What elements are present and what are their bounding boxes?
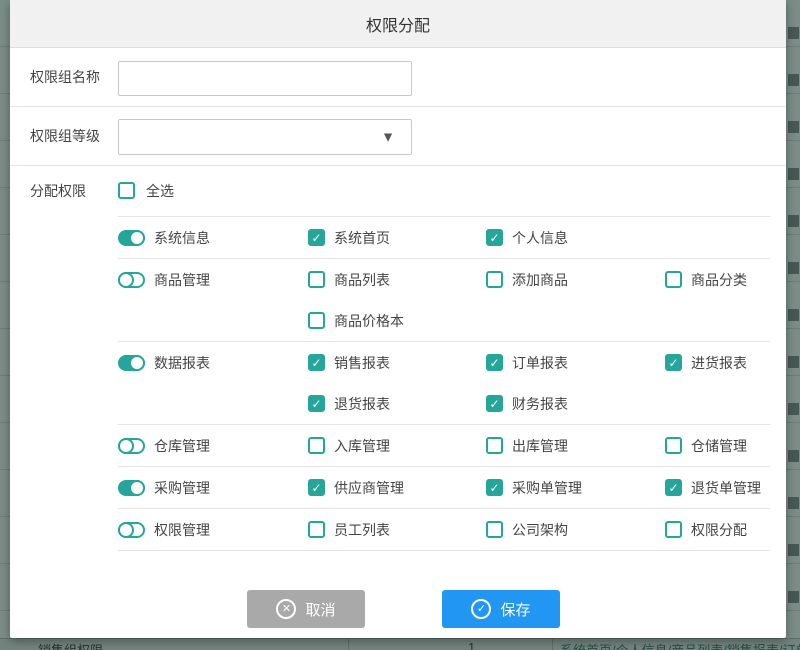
permission-label: 订单报表 (512, 353, 568, 373)
permission-dialog: 权限分配 权限组名称 权限组等级 ▼ 分配权限 全选 系统信息 ✓ 系统首页 ✓ 个人信… (10, 0, 786, 638)
module-toggle[interactable] (118, 522, 145, 538)
permission-checkbox[interactable]: ✓ (308, 395, 325, 412)
permission-label: 采购单管理 (512, 478, 582, 498)
permission-label: 商品价格本 (334, 311, 404, 331)
dropdown-caret-icon: ▼ (381, 130, 395, 144)
background-row-level: 1 (468, 640, 475, 650)
toggle-thumb (118, 272, 134, 288)
permission-label: 出库管理 (512, 436, 568, 456)
permission-checkbox[interactable]: ✓ (486, 395, 503, 412)
table-cell-divider (348, 639, 349, 650)
group-level-row: 权限组等级 ▼ (10, 107, 786, 166)
toggle-thumb (129, 480, 145, 496)
select-all-checkbox[interactable] (118, 182, 135, 199)
permission-label: 供应商管理 (334, 478, 404, 498)
permission-checkbox[interactable] (665, 271, 682, 288)
save-label: 保存 (500, 599, 530, 620)
permission-checkbox[interactable] (486, 271, 503, 288)
permission-checkbox[interactable] (308, 521, 325, 538)
permission-checkbox[interactable] (308, 312, 325, 329)
toggle-thumb (129, 355, 145, 371)
permission-label: 进货报表 (691, 353, 747, 373)
permission-label: 商品分类 (691, 270, 747, 290)
permission-label: 权限分配 (691, 520, 747, 540)
cancel-circle-x-icon: ✕ (276, 599, 296, 619)
permission-row: 采购管理 ✓ 供应商管理 ✓ 采购单管理 ✓ 退货单管理 (118, 467, 770, 509)
permission-label: 财务报表 (512, 394, 568, 414)
dialog-header: 权限分配 (10, 0, 786, 48)
permission-label: 添加商品 (512, 270, 568, 290)
permission-checkbox[interactable]: ✓ (486, 229, 503, 246)
permission-label: 商品列表 (334, 270, 390, 290)
permission-checkbox[interactable] (486, 437, 503, 454)
permission-checkbox[interactable] (308, 271, 325, 288)
toggle-thumb (118, 438, 134, 454)
permission-checkbox[interactable]: ✓ (665, 479, 682, 496)
select-all-label: 全选 (146, 181, 174, 201)
permission-row: 数据报表 ✓ 销售报表 ✓ 订单报表 ✓ 进货报表 ✓ 退货报表 ✓ 财务报表 (118, 342, 770, 425)
permission-checkbox[interactable]: ✓ (486, 479, 503, 496)
module-label: 系统信息 (154, 228, 210, 248)
permission-checkbox[interactable] (486, 521, 503, 538)
permission-label: 仓储管理 (691, 436, 747, 456)
background-table-row: 销售组权限 1 系统首页/个人信息/商品列表/销售报表/订单报表/退货报表 (0, 638, 800, 650)
assign-label: 分配权限 (30, 181, 86, 201)
module-toggle[interactable] (118, 438, 145, 454)
module-label: 采购管理 (154, 478, 210, 498)
module-label: 数据报表 (154, 353, 210, 373)
module-toggle[interactable] (118, 480, 145, 496)
module-label: 权限管理 (154, 520, 210, 540)
toggle-thumb (129, 230, 145, 246)
permission-checkbox[interactable]: ✓ (308, 229, 325, 246)
permission-label: 退货单管理 (691, 478, 761, 498)
table-cell-divider (552, 639, 553, 650)
permission-row: 系统信息 ✓ 系统首页 ✓ 个人信息 (118, 217, 770, 259)
save-circle-check-icon: ✓ (471, 599, 491, 619)
permission-checkbox[interactable] (665, 437, 682, 454)
permission-label: 退货报表 (334, 394, 390, 414)
group-name-label: 权限组名称 (30, 67, 100, 87)
background-row-permissions: 系统首页/个人信息/商品列表/销售报表/订单报表/退货报表 (560, 640, 800, 650)
permission-row: 商品管理 商品列表 添加商品 商品分类商品价格本 (118, 259, 770, 342)
module-label: 商品管理 (154, 270, 210, 290)
toggle-thumb (118, 522, 134, 538)
permission-label: 个人信息 (512, 228, 568, 248)
group-level-select[interactable]: ▼ (118, 119, 412, 155)
permission-row: 仓库管理 入库管理 出库管理 仓储管理 (118, 425, 770, 467)
permission-checkbox[interactable]: ✓ (308, 354, 325, 371)
group-name-row: 权限组名称 (10, 48, 786, 107)
dialog-title: 权限分配 (366, 12, 430, 36)
group-level-label: 权限组等级 (30, 126, 100, 146)
permission-row: 权限管理 员工列表 公司架构 权限分配 (118, 509, 770, 551)
permission-checkbox[interactable] (665, 521, 682, 538)
cancel-label: 取消 (305, 599, 335, 620)
cancel-button[interactable]: ✕ 取消 (247, 590, 365, 628)
module-label: 仓库管理 (154, 436, 210, 456)
background-row-name: 销售组权限 (38, 640, 103, 650)
background-table-edge (788, 0, 799, 650)
module-toggle[interactable] (118, 230, 145, 246)
group-name-input[interactable] (118, 61, 412, 96)
permission-grid: 系统信息 ✓ 系统首页 ✓ 个人信息商品管理 商品列表 添加商品 商品分类商品价格本数据报表 ✓… (118, 216, 770, 551)
permission-label: 入库管理 (334, 436, 390, 456)
permission-checkbox[interactable]: ✓ (486, 354, 503, 371)
permission-checkbox[interactable]: ✓ (665, 354, 682, 371)
assign-permissions-row: 分配权限 全选 (10, 166, 786, 216)
save-button[interactable]: ✓ 保存 (442, 590, 560, 628)
permission-checkbox[interactable]: ✓ (308, 479, 325, 496)
permission-label: 员工列表 (334, 520, 390, 540)
permission-checkbox[interactable] (308, 437, 325, 454)
permission-label: 销售报表 (334, 353, 390, 373)
permission-label: 公司架构 (512, 520, 568, 540)
module-toggle[interactable] (118, 355, 145, 371)
module-toggle[interactable] (118, 272, 145, 288)
permission-label: 系统首页 (334, 228, 390, 248)
